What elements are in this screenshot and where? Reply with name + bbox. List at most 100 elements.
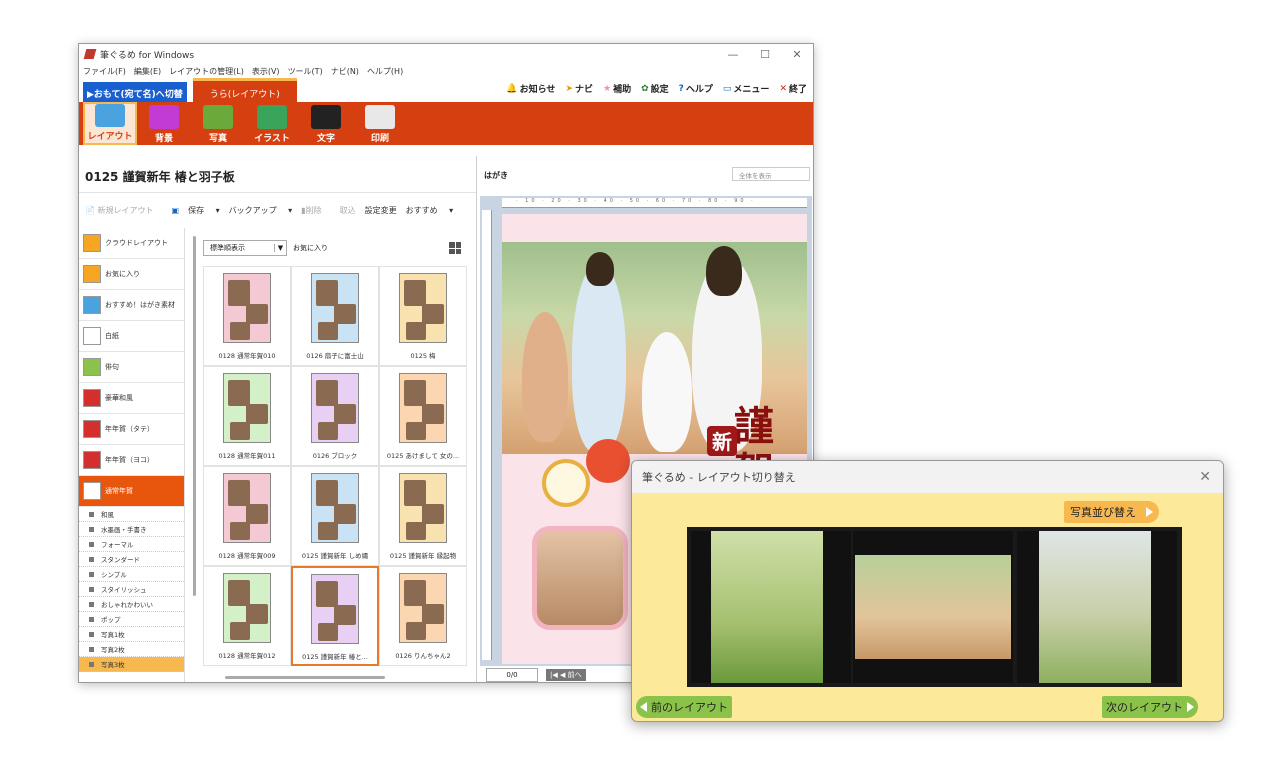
layout-thumbnail[interactable]: 0128 通常年賀010 bbox=[203, 266, 291, 366]
ribbon-background-button[interactable]: 背景 bbox=[137, 102, 191, 145]
layout-thumbnails: 0128 通常年賀010 0126 扇子に富士山 0125 梅 0128 通常年賀01… bbox=[203, 266, 467, 666]
subcategory-item[interactable]: フォーマル bbox=[79, 537, 184, 552]
menu-edit[interactable]: 編集(E) bbox=[134, 66, 161, 77]
category-label: 年年賀（タテ） bbox=[105, 425, 154, 433]
layout-thumbnail[interactable]: 0128 通常年賀012 bbox=[203, 566, 291, 666]
ribbon-text-button[interactable]: 文字 bbox=[299, 102, 353, 145]
zoom-select[interactable]: 全体を表示 bbox=[732, 167, 810, 181]
toplink-menu[interactable]: ▭ メニュー bbox=[722, 82, 770, 96]
thumbnail-caption: 0125 謹賀新年 しめ縄 bbox=[301, 552, 369, 560]
subcategory-item[interactable]: スタイリッシュ bbox=[79, 582, 184, 597]
subcategory-item[interactable]: ポップ bbox=[79, 612, 184, 627]
toplink-star[interactable]: ★ 補助 bbox=[603, 82, 631, 96]
layout-thumbnail[interactable]: 0128 通常年賀011 bbox=[203, 366, 291, 466]
ribbon-illust-button[interactable]: イラスト bbox=[245, 102, 299, 145]
toplink-help[interactable]: ? ヘルプ bbox=[679, 82, 713, 96]
toplink-bell[interactable]: 🔔 お知らせ bbox=[506, 82, 555, 96]
tab-front-address[interactable]: ▶おもて(宛て名)へ切替 bbox=[83, 82, 187, 102]
next-layout-button[interactable]: 次のレイアウト bbox=[1102, 696, 1198, 718]
menu-help[interactable]: ヘルプ(H) bbox=[367, 66, 403, 77]
category-scrollbar[interactable] bbox=[193, 236, 196, 596]
tab-back-layout[interactable]: うら(レイアウト) bbox=[192, 78, 297, 102]
menu-navi[interactable]: ナビ(N) bbox=[331, 66, 359, 77]
girl-photo-frame[interactable] bbox=[532, 526, 628, 630]
thumbnail-scrollbar[interactable] bbox=[225, 676, 385, 679]
toplink-close[interactable]: ✕ 終了 bbox=[779, 82, 807, 96]
ruler-horizontal: · 10 · 20 · 30 · 40 · 50 · 60 · 70 · 80 … bbox=[502, 198, 807, 208]
photo-frame-1[interactable] bbox=[691, 531, 851, 683]
photo-sort-button[interactable]: 写真並び替え bbox=[1064, 501, 1159, 523]
subcategory-item[interactable]: 写真1枚 bbox=[79, 627, 184, 642]
layout-thumbnail[interactable]: 0125 あけまして 女の... bbox=[379, 366, 467, 466]
close-button[interactable]: ✕ bbox=[781, 48, 813, 61]
menu-view[interactable]: 表示(V) bbox=[252, 66, 280, 77]
category-item[interactable]: 白紙 bbox=[79, 321, 184, 352]
tab-row: ▶おもて(宛て名)へ切替 うら(レイアウト) 🔔 お知らせ ➤ ナビ ★ 補助 ✿ 設定 ? ヘル… bbox=[79, 78, 813, 102]
bullet-square-icon bbox=[89, 601, 94, 607]
category-item[interactable]: お気に入り bbox=[79, 259, 184, 290]
category-label: お気に入り bbox=[105, 270, 140, 278]
import-button[interactable]: 取込 bbox=[340, 205, 356, 216]
menu-icon: ▭ bbox=[722, 83, 732, 94]
layout-thumbnail[interactable]: 0125 謹賀新年 縁起物 bbox=[379, 466, 467, 566]
settings-change-button[interactable]: 設定変更 bbox=[365, 205, 397, 216]
dialog-close-icon[interactable]: ✕ bbox=[1199, 469, 1211, 485]
chevron-down-icon: ▼ bbox=[274, 244, 286, 252]
subcategory-item[interactable]: 水墨画・手書き bbox=[79, 522, 184, 537]
subcategory-item[interactable]: 和風 bbox=[79, 507, 184, 522]
subcategory-item[interactable]: おしゃれかわいい bbox=[79, 597, 184, 612]
layout-thumbnail[interactable]: 0126 ブロック bbox=[291, 366, 379, 466]
photo-frame-3[interactable] bbox=[1017, 531, 1177, 683]
category-item[interactable]: 年年賀（タテ） bbox=[79, 414, 184, 445]
layout-thumbnail[interactable]: 0125 謹賀新年 椿と... bbox=[291, 566, 379, 666]
category-label: 豪華和風 bbox=[105, 394, 133, 402]
save-button[interactable]: ▣ 保存 ▾ bbox=[172, 205, 220, 216]
photo-family bbox=[855, 555, 1011, 659]
thumbnail-preview bbox=[311, 574, 359, 644]
ribbon-label: 背景 bbox=[154, 134, 173, 144]
toplink-navi[interactable]: ➤ ナビ bbox=[565, 82, 593, 96]
menu-tools[interactable]: ツール(T) bbox=[288, 66, 323, 77]
prev-page-button[interactable]: |◀ ◀ 前へ bbox=[546, 669, 586, 681]
subcategory-item[interactable]: シンプル bbox=[79, 567, 184, 582]
subcategory-item[interactable]: 写真2枚 bbox=[79, 642, 184, 657]
photo-filmstrip bbox=[687, 527, 1182, 687]
category-label: 年年賀（ヨコ） bbox=[105, 456, 154, 464]
category-item[interactable]: 俳句 bbox=[79, 352, 184, 383]
favorite-filter[interactable]: お気に入り bbox=[293, 243, 328, 253]
grid-view-icon[interactable] bbox=[449, 242, 461, 254]
menu-file[interactable]: ファイル(F) bbox=[83, 66, 126, 77]
text-icon bbox=[311, 105, 341, 129]
photo-frame-2[interactable] bbox=[853, 531, 1013, 683]
minimize-button[interactable]: — bbox=[717, 48, 749, 61]
layout-thumbnail[interactable]: 0128 通常年賀009 bbox=[203, 466, 291, 566]
new-layout-button[interactable]: 📄 新規レイアウト bbox=[85, 205, 163, 216]
category-item[interactable]: クラウドレイアウト bbox=[79, 228, 184, 259]
ribbon-printer-button[interactable]: 印刷 bbox=[353, 102, 407, 145]
bullet-square-icon bbox=[89, 631, 94, 637]
photo-sort-label: 写真並び替え bbox=[1070, 506, 1136, 519]
layout-thumbnail[interactable]: 0125 梅 bbox=[379, 266, 467, 366]
subcategory-item[interactable]: スタンダード bbox=[79, 552, 184, 567]
layout-thumbnail[interactable]: 0126 扇子に富士山 bbox=[291, 266, 379, 366]
category-item[interactable]: 豪華和風 bbox=[79, 383, 184, 414]
gear-icon: ✿ bbox=[641, 83, 649, 94]
ribbon-layout-button[interactable]: レイアウト bbox=[83, 102, 137, 145]
recommend-button[interactable]: おすすめ ▾ bbox=[406, 205, 454, 216]
category-item[interactable]: おすすめ！はがき素材 bbox=[79, 290, 184, 321]
bullet-square-icon bbox=[89, 661, 94, 667]
backup-button[interactable]: バックアップ ▾ bbox=[229, 205, 293, 216]
prev-layout-button[interactable]: 前のレイアウト bbox=[636, 696, 732, 718]
thumbnail-caption: 0126 りんちゃん2 bbox=[395, 652, 451, 660]
layout-thumbnail[interactable]: 0126 りんちゃん2 bbox=[379, 566, 467, 666]
category-item[interactable]: 年年賀（ヨコ） bbox=[79, 445, 184, 476]
menu-layout-manage[interactable]: レイアウトの管理(L) bbox=[169, 66, 244, 77]
category-item[interactable]: 通常年賀 bbox=[79, 476, 184, 507]
ribbon-photo-button[interactable]: 写真 bbox=[191, 102, 245, 145]
layout-thumbnail[interactable]: 0125 謹賀新年 しめ縄 bbox=[291, 466, 379, 566]
subcategory-item[interactable]: 写真3枚 bbox=[79, 657, 184, 672]
maximize-button[interactable]: ☐ bbox=[749, 48, 781, 61]
delete-button[interactable]: ▮削除 bbox=[301, 205, 330, 216]
sort-select[interactable]: 標準順表示 ▼ bbox=[203, 240, 287, 256]
toplink-gear[interactable]: ✿ 設定 bbox=[641, 82, 669, 96]
